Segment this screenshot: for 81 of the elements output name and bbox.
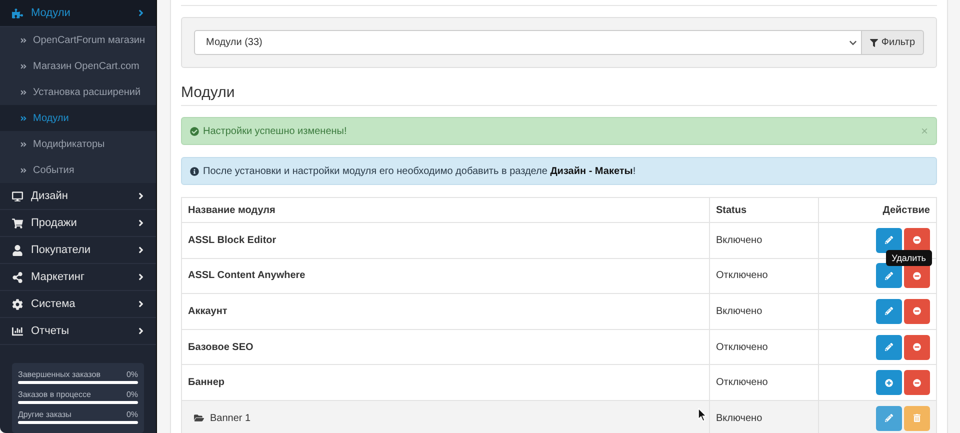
stat-value: 0% (126, 370, 138, 379)
double-chevron-icon (20, 36, 27, 44)
sidebar-item[interactable]: Продажи (0, 210, 156, 237)
pencil-icon (885, 343, 893, 352)
module-name-cell: Базовое SEO (182, 330, 710, 364)
submenu-item[interactable]: Установка расширений (0, 79, 156, 105)
stat-label: Другие заказы (18, 410, 72, 419)
uninstall-button[interactable] (904, 228, 930, 253)
column-header: Действие (882, 204, 931, 218)
chevron-icon (136, 245, 146, 255)
submenu-item[interactable]: Модули (0, 105, 156, 131)
cart-icon (12, 218, 23, 228)
stat-value: 0% (126, 390, 138, 399)
alert-text: После установки и настройки модуля его необходимо добавить в разделе Дизайн - Макеты! (203, 166, 637, 176)
chevron-icon (136, 299, 146, 309)
module-name-cell: Баннер (182, 365, 710, 400)
bar-chart-icon (12, 326, 23, 336)
status-cell: Включено (710, 294, 819, 329)
status-cell: Отключено (710, 365, 819, 400)
double-chevron-icon (20, 140, 27, 148)
pencil-icon (885, 236, 893, 244)
minus-icon (913, 236, 921, 244)
double-chevron-icon (20, 88, 27, 96)
minus-icon (913, 272, 921, 280)
cursor-icon (698, 408, 707, 422)
alert-text: Настройки успешно изменены! (203, 126, 348, 136)
trash-icon (913, 414, 921, 422)
type-select[interactable]: Модули (33) (194, 30, 862, 55)
pencil-icon (885, 307, 893, 316)
sidebar-item[interactable]: Модули (0, 0, 156, 27)
double-chevron-icon (20, 62, 27, 70)
status-cell: Включено (710, 400, 819, 433)
stat-label: Завершенных заказов (18, 370, 100, 379)
sidebar-item[interactable]: Покупатели (0, 237, 156, 264)
double-chevron-icon (20, 114, 27, 122)
chevron-icon (136, 191, 146, 201)
person-icon (12, 244, 23, 256)
folder-icon (194, 413, 204, 424)
module-name-cell: ASSL Block Editor (182, 223, 710, 258)
tooltip: Удалить (886, 250, 932, 266)
status-cell: Отключено (710, 258, 819, 294)
stat-label: Заказов в процессе (18, 390, 91, 399)
submenu-item[interactable]: Магазин OpenCart.com (0, 53, 156, 79)
submenu-item[interactable]: OpenCartForum магазин (0, 27, 156, 53)
edit-button[interactable] (876, 228, 902, 253)
page-heading: Модули (181, 84, 937, 106)
install-button[interactable] (876, 370, 902, 396)
sidebar-item[interactable]: Отчеты (0, 318, 156, 345)
sidebar-item[interactable]: Дизайн (0, 183, 156, 210)
chevron-down-icon (849, 38, 858, 46)
stat-value: 0% (126, 410, 138, 419)
chevron-icon (136, 218, 146, 228)
status-cell: Включено (710, 223, 819, 258)
filter-button[interactable]: Фильтр (862, 30, 924, 55)
chevron-icon (136, 8, 146, 18)
pencil-icon (885, 414, 893, 422)
status-cell: Отключено (710, 330, 819, 364)
share-icon (12, 272, 23, 282)
column-header: Название модуля (182, 198, 710, 222)
puzzle-icon (12, 8, 23, 18)
minus-icon (913, 343, 921, 352)
filter-icon (870, 38, 878, 46)
monitor-icon (12, 190, 23, 202)
chevron-icon (136, 326, 146, 336)
module-name-cell: ASSL Content Anywhere (182, 258, 710, 294)
minus-icon (913, 378, 921, 387)
sidebar-item[interactable]: Маркетинг (0, 264, 156, 291)
double-chevron-icon (20, 166, 27, 174)
column-header: Status (710, 198, 819, 222)
pencil-icon (885, 272, 893, 280)
check-icon (190, 126, 199, 136)
minus-icon (913, 307, 921, 316)
edit-button[interactable] (876, 263, 902, 288)
module-name-cell: Аккаунт (182, 294, 710, 329)
submenu-item[interactable]: Модификаторы (0, 131, 156, 157)
info-icon (190, 166, 199, 176)
plus-icon (885, 378, 893, 387)
submenu-item[interactable]: События (0, 157, 156, 183)
chevron-icon (136, 272, 146, 282)
sidebar-item[interactable]: Система (0, 291, 156, 318)
settings-icon (12, 298, 23, 310)
